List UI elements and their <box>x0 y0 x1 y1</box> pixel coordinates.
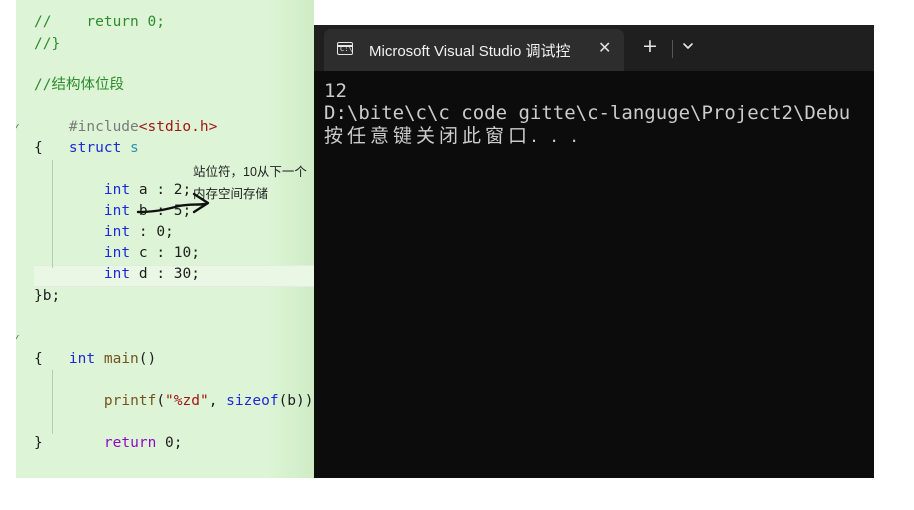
console-output-line: D:\bite\c\c code gitte\c-languge\Project… <box>324 102 851 124</box>
console-titlebar[interactable]: C:\ Microsoft Visual Studio 调试控 ✕ + <box>314 25 874 71</box>
code-token: , <box>208 393 227 409</box>
code-line: int a : 2; <box>34 159 191 198</box>
code-line: } <box>34 435 43 451</box>
console-output-line: 12 <box>324 80 347 102</box>
code-line: int d : 30; <box>34 243 200 282</box>
terminal-icon: C:\ <box>337 42 353 55</box>
code-token: printf <box>103 393 157 409</box>
code-token: return <box>103 435 157 451</box>
close-icon[interactable]: ✕ <box>598 38 611 57</box>
code-token: (b)); <box>278 393 314 409</box>
code-editor[interactable]: ⁄ ⁄ // return 0; //} //结构体位段 #include<st… <box>16 0 314 478</box>
code-token: () <box>138 351 157 367</box>
console-window[interactable]: C:\ Microsoft Visual Studio 调试控 ✕ + 12 D… <box>314 25 874 478</box>
plus-icon[interactable]: + <box>642 35 658 57</box>
code-line: { <box>34 351 43 367</box>
code-line: }b; <box>34 288 61 304</box>
code-token: int <box>68 351 96 367</box>
hand-drawn-arrow <box>136 192 210 214</box>
console-tab[interactable]: C:\ Microsoft Visual Studio 调试控 ✕ <box>324 29 624 71</box>
code-line: struct s <box>34 117 139 156</box>
console-output-line: 按任意键关闭此窗口. . . <box>324 125 582 147</box>
code-token: "%zd" <box>165 393 209 409</box>
annotation-text: 站位符，10从下一个 <box>193 165 307 179</box>
code-line: { <box>34 140 43 156</box>
code-line: //结构体位段 <box>34 77 124 93</box>
code-token: sizeof <box>226 393 279 409</box>
code-line: int c : 10; <box>34 222 200 261</box>
code-token: struct <box>68 140 122 156</box>
code-line: #include<stdio.h> <box>34 96 217 135</box>
code-token: s <box>130 140 139 156</box>
code-token: int <box>103 266 131 282</box>
titlebar-divider <box>672 40 673 58</box>
code-line: //} <box>34 36 61 52</box>
code-token: <stdio.h> <box>138 119 218 135</box>
code-line: return 0; <box>34 412 183 451</box>
fold-marker[interactable]: ⁄ <box>16 122 17 135</box>
tab-title: Microsoft Visual Studio 调试控 <box>369 43 571 60</box>
chevron-down-icon[interactable] <box>681 39 695 53</box>
code-token: d : 30; <box>130 266 200 282</box>
code-line: int main() <box>34 328 156 367</box>
code-token: ( <box>156 393 166 409</box>
fold-marker[interactable]: ⁄ <box>16 333 17 346</box>
terminal-icon-glyph: C:\ <box>340 45 353 53</box>
code-line: printf("%zd", sizeof(b)); <box>34 370 314 409</box>
code-token: 0; <box>156 435 183 451</box>
code-line: // return 0; <box>34 14 165 30</box>
code-token: main <box>103 351 139 367</box>
